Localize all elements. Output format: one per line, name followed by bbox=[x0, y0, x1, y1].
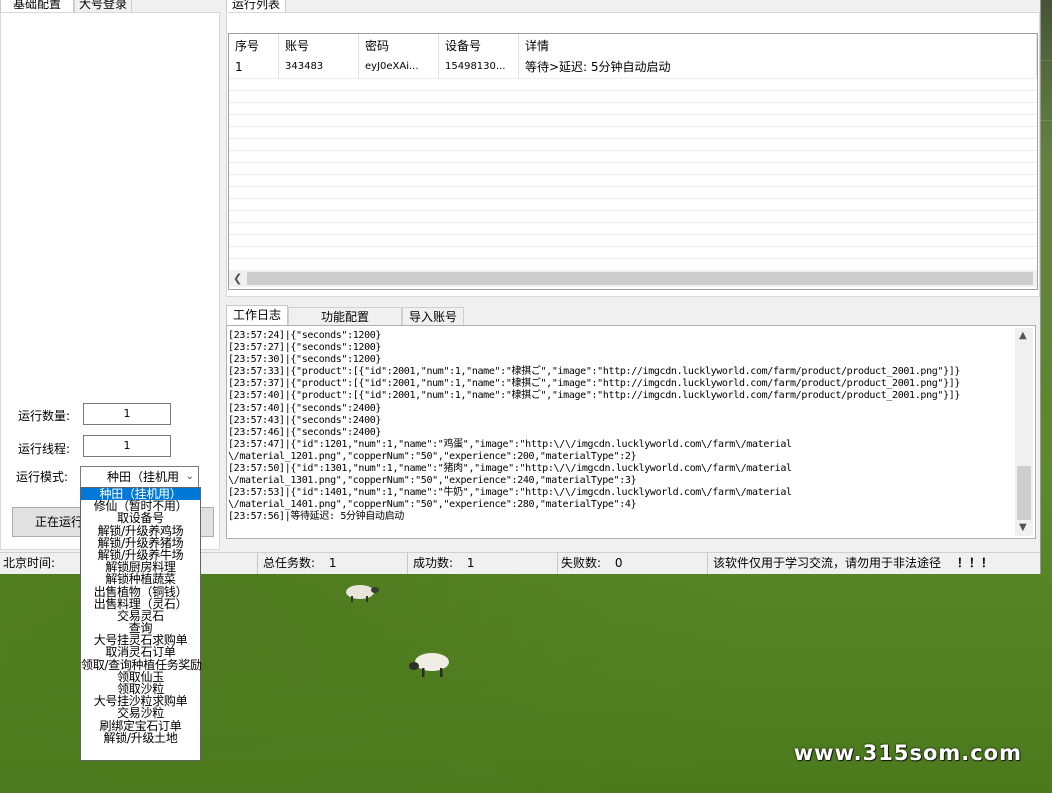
mode-option[interactable]: 取消灵石订单 bbox=[81, 646, 200, 658]
status-fail-value: 0 bbox=[614, 556, 623, 570]
chevron-down-icon: ⌄ bbox=[185, 471, 194, 482]
column-header[interactable]: 序号 bbox=[229, 34, 279, 58]
status-notice-text: 该软件仅用于学习交流，请勿用于非法途径 bbox=[713, 556, 942, 570]
log-line: [23:57:56]|等待延迟: 5分钟自动启动 bbox=[228, 511, 404, 523]
count-input[interactable]: 1 bbox=[83, 403, 171, 425]
table-cell[interactable]: 等待>延迟: 5分钟自动启动 bbox=[519, 56, 1037, 78]
scroll-up-icon[interactable]: ▲ bbox=[1019, 330, 1027, 341]
log-line: [23:57:37]|{"product":[{"id":2001,"num":… bbox=[228, 378, 961, 390]
mode-option[interactable]: 解锁/升级土地 bbox=[81, 732, 200, 744]
table-cell[interactable]: 1 bbox=[229, 56, 279, 78]
run-list-table: 序号 账号 密码 设备号 详情 1 343483 eyJ0eXAi... 15498130...… bbox=[228, 33, 1038, 290]
table-cell[interactable]: 15498130... bbox=[439, 56, 519, 78]
scroll-thumb[interactable] bbox=[1017, 466, 1031, 520]
status-fail: 失败数: 0 bbox=[558, 553, 708, 574]
mode-option[interactable]: 解锁/升级养鸡场 bbox=[81, 524, 200, 537]
status-success: 成功数: 1 bbox=[408, 553, 558, 574]
tab-function-config[interactable]: 功能配置 bbox=[288, 307, 402, 325]
tab-basic-config[interactable]: 基础配置 bbox=[0, 0, 74, 12]
column-header[interactable]: 详情 bbox=[519, 34, 1037, 58]
status-time-label: 北京时间: bbox=[3, 556, 56, 570]
scroll-thumb[interactable] bbox=[247, 272, 1033, 285]
watermark: www.315som.com bbox=[793, 741, 1022, 765]
column-header[interactable]: 账号 bbox=[279, 34, 359, 58]
log-line: [23:57:33]|{"product":[{"id":2001,"num":… bbox=[228, 366, 961, 378]
log-line: [23:57:30]|{"seconds":1200} bbox=[228, 354, 382, 366]
mode-option[interactable]: 取设备号 bbox=[81, 512, 200, 524]
log-line: \/material_1301.png","copperNum":"50","e… bbox=[228, 475, 637, 487]
tab-run-list[interactable]: 运行列表 bbox=[226, 0, 286, 12]
status-total: 总任务数: 1 bbox=[258, 553, 408, 574]
mode-option[interactable]: 交易沙粒 bbox=[81, 707, 200, 719]
tab-main-login[interactable]: 大号登录 bbox=[74, 0, 132, 12]
status-exclaim: ！！！ bbox=[956, 556, 993, 570]
status-total-value: 1 bbox=[328, 556, 337, 570]
log-line: [23:57:40]|{"product":[{"id":2001,"num":… bbox=[228, 390, 961, 402]
status-total-label: 总任务数: bbox=[263, 556, 316, 570]
status-notice: 该软件仅用于学习交流，请勿用于非法途径 ！！！ bbox=[708, 553, 1040, 574]
log-line: [23:57:43]|{"seconds":2400} bbox=[228, 414, 382, 426]
count-label: 运行数量: bbox=[18, 409, 71, 423]
app-window: 基础配置 大号登录 运行数量: 1 运行线程: 1 运行模式: 种田（挂机用 ⌄… bbox=[0, 0, 1041, 761]
mode-option[interactable]: 出售植物（铜钱） bbox=[81, 585, 200, 598]
mode-dropdown-list: 种田（挂机用） 修仙（暂时不用） 取设备号 解锁/升级养鸡场 解锁/升级养猪场 解锁/升级… bbox=[80, 487, 202, 761]
log-line: \/material_1201.png","copperNum":"50","e… bbox=[228, 450, 637, 462]
log-tabs: 工作日志 功能配置 导入账号 bbox=[226, 305, 1040, 325]
log-line: [23:57:50]|{"id":1301,"num":1,"name":"猪肉… bbox=[228, 463, 792, 475]
status-success-label: 成功数: bbox=[413, 556, 454, 570]
log-line: [23:57:47]|{"id":1201,"num":1,"name":"鸡蛋… bbox=[228, 438, 792, 450]
horizontal-scrollbar[interactable]: ❮ bbox=[229, 270, 1037, 287]
log-line: [23:57:46]|{"seconds":2400} bbox=[228, 426, 382, 438]
sheep-image bbox=[409, 653, 449, 677]
tab-import-accounts[interactable]: 导入账号 bbox=[402, 307, 464, 325]
scroll-left-icon[interactable]: ❮ bbox=[233, 270, 242, 287]
log-line: [23:57:53]|{"id":1401,"num":1,"name":"牛奶… bbox=[228, 487, 792, 499]
log-line: [23:57:27]|{"seconds":1200} bbox=[228, 342, 382, 354]
scroll-down-icon[interactable]: ▼ bbox=[1019, 522, 1027, 533]
mode-label: 运行模式: bbox=[16, 470, 69, 484]
tab-work-log[interactable]: 工作日志 bbox=[226, 305, 288, 325]
mode-select[interactable]: 种田（挂机用 ⌄ bbox=[80, 466, 199, 488]
column-header[interactable]: 设备号 bbox=[439, 34, 519, 58]
table-cell[interactable]: 343483 bbox=[279, 56, 359, 78]
mode-select-value: 种田（挂机用 bbox=[107, 470, 180, 484]
mode-option[interactable]: 解锁种植蔬菜 bbox=[81, 573, 200, 585]
sheep-image bbox=[346, 585, 379, 602]
threads-input[interactable]: 1 bbox=[83, 435, 171, 457]
mode-option[interactable]: 领取/查询种植任务奖励 bbox=[81, 659, 202, 671]
mode-option[interactable]: 刷绑定宝石订单 bbox=[81, 719, 200, 732]
log-textarea[interactable]: [23:57:24]|{"seconds":1200} [23:57:27]|{"… bbox=[228, 330, 1012, 530]
status-success-value: 1 bbox=[466, 556, 475, 570]
column-header[interactable]: 密码 bbox=[359, 34, 439, 58]
log-line: [23:57:24]|{"seconds":1200} bbox=[228, 330, 382, 341]
log-line: \/material_1401.png","copperNum":"50","e… bbox=[228, 499, 637, 511]
vertical-scrollbar[interactable]: ▲ ▼ bbox=[1015, 328, 1033, 536]
status-fail-label: 失败数: bbox=[561, 556, 602, 570]
log-line: [23:57:40]|{"seconds":2400} bbox=[228, 402, 382, 414]
table-cell[interactable]: eyJ0eXAi... bbox=[359, 56, 439, 78]
threads-label: 运行线程: bbox=[18, 442, 71, 456]
